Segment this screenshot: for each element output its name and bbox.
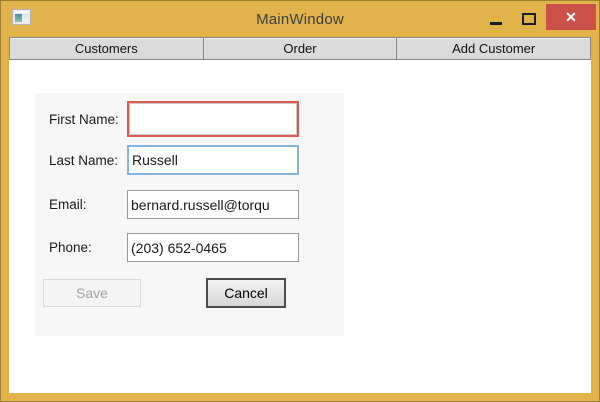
main-window: MainWindow ✕ Customers Order Add Custome… <box>0 0 600 402</box>
save-button[interactable]: Save <box>43 279 141 307</box>
last-name-label: Last Name: <box>35 153 127 168</box>
tab-add-customer[interactable]: Add Customer <box>396 37 591 60</box>
first-name-label: First Name: <box>35 112 127 127</box>
first-name-row: First Name: <box>35 101 344 137</box>
add-customer-form: First Name: Last Name: Email: Phone: Sav… <box>35 93 344 336</box>
phone-row: Phone: <box>35 233 344 262</box>
maximize-button[interactable] <box>517 9 541 29</box>
last-name-input[interactable] <box>127 145 299 175</box>
nav-bar: Customers Order Add Customer <box>9 37 591 60</box>
phone-label: Phone: <box>35 240 127 255</box>
phone-input[interactable] <box>127 233 299 262</box>
minimize-icon <box>490 22 502 25</box>
tab-customers-label: Customers <box>75 41 138 56</box>
title-bar: MainWindow ✕ <box>1 1 599 37</box>
email-input[interactable] <box>127 190 299 219</box>
window-title: MainWindow <box>1 1 599 37</box>
minimize-button[interactable] <box>485 9 507 29</box>
tab-order[interactable]: Order <box>203 37 398 60</box>
maximize-icon <box>522 13 536 25</box>
content-area: First Name: Last Name: Email: Phone: Sav… <box>9 60 591 393</box>
email-row: Email: <box>35 190 344 219</box>
last-name-row: Last Name: <box>35 145 344 175</box>
tab-add-customer-label: Add Customer <box>452 41 535 56</box>
close-icon: ✕ <box>565 9 577 26</box>
tab-order-label: Order <box>283 41 316 56</box>
tab-customers[interactable]: Customers <box>9 37 204 60</box>
form-buttons: Save Cancel <box>35 278 344 308</box>
first-name-input[interactable] <box>127 101 299 137</box>
close-button[interactable]: ✕ <box>546 4 596 30</box>
cancel-button[interactable]: Cancel <box>206 278 286 308</box>
email-label: Email: <box>35 197 127 212</box>
